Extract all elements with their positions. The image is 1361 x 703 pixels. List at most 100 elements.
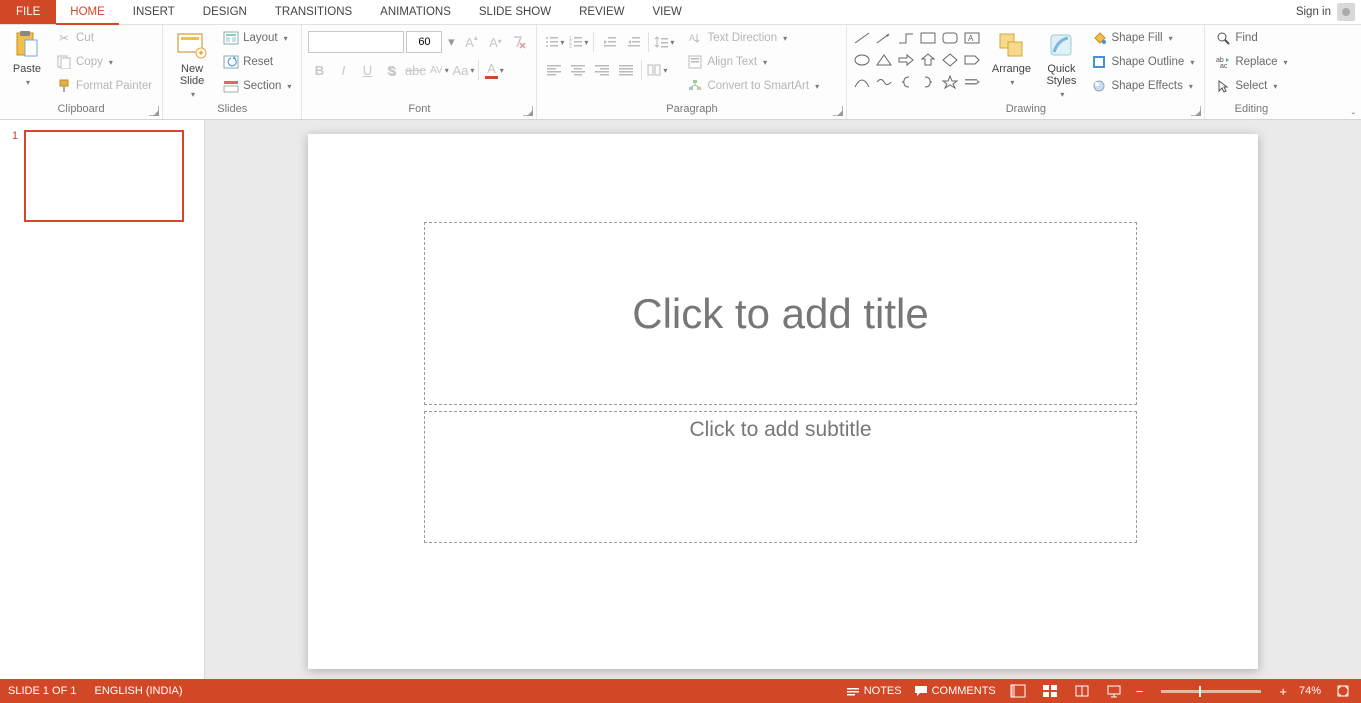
tab-file[interactable]: FILE <box>0 0 56 24</box>
shape-roundrect-icon[interactable] <box>941 31 959 45</box>
bullets-button[interactable]: ▾ <box>543 31 565 53</box>
decrease-indent-button[interactable] <box>598 31 620 53</box>
tab-design[interactable]: DESIGN <box>189 0 261 24</box>
columns-button[interactable]: ▾ <box>646 59 668 81</box>
shape-triangle-icon[interactable] <box>875 53 893 67</box>
shape-rect-icon[interactable] <box>919 31 937 45</box>
reset-button[interactable]: Reset <box>219 51 295 73</box>
dialog-launcher[interactable] <box>149 106 159 116</box>
tab-view[interactable]: VIEW <box>638 0 695 24</box>
slide-counter[interactable]: SLIDE 1 OF 1 <box>8 685 76 697</box>
shape-elbow-icon[interactable] <box>897 31 915 45</box>
shrink-font-button[interactable]: A▾ <box>484 31 506 53</box>
tab-slideshow[interactable]: SLIDE SHOW <box>465 0 565 24</box>
font-color-button[interactable]: A▾ <box>483 59 505 81</box>
reading-view-button[interactable] <box>1072 682 1092 700</box>
copy-label: Copy <box>76 56 103 68</box>
comments-toggle[interactable]: COMMENTS <box>914 685 996 697</box>
section-button[interactable]: Section▾ <box>219 75 295 97</box>
shape-rarrow-icon[interactable] <box>897 53 915 67</box>
italic-button[interactable]: I <box>332 59 354 81</box>
new-slide-button[interactable]: ✦ New Slide ▾ <box>169 27 215 101</box>
slide-canvas-area[interactable]: Click to add title Click to add subtitle <box>205 120 1361 679</box>
dialog-launcher[interactable] <box>523 106 533 116</box>
zoom-in-button[interactable]: + <box>1279 684 1287 699</box>
paste-button[interactable]: Paste ▾ <box>6 27 48 89</box>
shape-more-icon[interactable] <box>963 75 981 89</box>
justify-button[interactable] <box>615 59 637 81</box>
smartart-button[interactable]: Convert to SmartArt▾ <box>683 75 823 97</box>
line-spacing-button[interactable]: ▾ <box>653 31 675 53</box>
quick-styles-button[interactable]: Quick Styles▾ <box>1039 27 1083 101</box>
language-indicator[interactable]: ENGLISH (INDIA) <box>94 685 182 697</box>
shapes-gallery[interactable]: A <box>853 31 983 95</box>
slideshow-view-button[interactable] <box>1104 682 1124 700</box>
select-button[interactable]: Select▾ <box>1211 75 1291 97</box>
tab-animations[interactable]: ANIMATIONS <box>366 0 465 24</box>
dialog-launcher[interactable] <box>833 106 843 116</box>
cut-button[interactable]: ✂Cut <box>52 27 156 49</box>
shape-curve-icon[interactable] <box>853 75 871 89</box>
align-text-button[interactable]: Align Text▾ <box>683 51 823 73</box>
shape-star-icon[interactable] <box>941 75 959 89</box>
shape-line-icon[interactable] <box>853 31 871 45</box>
title-placeholder[interactable]: Click to add title <box>424 222 1137 405</box>
shape-pentagon-icon[interactable] <box>963 53 981 67</box>
shape-oval-icon[interactable] <box>853 53 871 67</box>
sorter-view-button[interactable] <box>1040 682 1060 700</box>
clear-formatting-button[interactable] <box>508 31 530 53</box>
text-direction-button[interactable]: AText Direction▾ <box>683 27 823 49</box>
shape-outline-button[interactable]: Shape Outline▾ <box>1087 51 1198 73</box>
find-button[interactable]: Find <box>1211 27 1291 49</box>
fit-to-window-button[interactable] <box>1333 682 1353 700</box>
arrange-button[interactable]: Arrange▾ <box>987 27 1035 89</box>
status-bar: SLIDE 1 OF 1 ENGLISH (INDIA) NOTES COMME… <box>0 679 1361 703</box>
increase-indent-button[interactable] <box>622 31 644 53</box>
grow-font-button[interactable]: A▴ <box>460 31 482 53</box>
tab-transitions[interactable]: TRANSITIONS <box>261 0 366 24</box>
change-case-button[interactable]: Aa▾ <box>452 59 474 81</box>
font-size-select[interactable] <box>406 31 442 53</box>
workspace: 1 Click to add title Click to add subtit… <box>0 120 1361 679</box>
zoom-out-button[interactable]: − <box>1136 684 1144 699</box>
strikethrough-button[interactable]: abc <box>404 59 426 81</box>
slide-thumbnail-1[interactable]: 1 <box>12 130 192 222</box>
align-text-icon <box>687 54 703 70</box>
notes-toggle[interactable]: NOTES <box>846 685 902 697</box>
char-spacing-button[interactable]: AV▾ <box>428 59 450 81</box>
subtitle-placeholder[interactable]: Click to add subtitle <box>424 411 1137 543</box>
numbering-button[interactable]: 123▾ <box>567 31 589 53</box>
shape-uarrow-icon[interactable] <box>919 53 937 67</box>
zoom-level[interactable]: 74% <box>1299 685 1321 697</box>
shadow-button[interactable]: S <box>380 59 402 81</box>
replace-button[interactable]: abacReplace▾ <box>1211 51 1291 73</box>
align-center-button[interactable] <box>567 59 589 81</box>
tab-insert[interactable]: INSERT <box>119 0 189 24</box>
dialog-launcher[interactable] <box>1191 106 1201 116</box>
layout-button[interactable]: Layout▾ <box>219 27 295 49</box>
tab-home[interactable]: HOME <box>56 0 119 25</box>
shape-arrow-icon[interactable] <box>875 31 893 45</box>
underline-button[interactable]: U <box>356 59 378 81</box>
shape-diamond-icon[interactable] <box>941 53 959 67</box>
collapse-ribbon-button[interactable]: ˬ <box>1352 104 1355 115</box>
shape-textbox-icon[interactable]: A <box>963 31 981 45</box>
cut-label: Cut <box>76 32 94 44</box>
user-avatar-icon <box>1337 3 1355 21</box>
shape-effects-button[interactable]: Shape Effects▾ <box>1087 75 1198 97</box>
align-right-button[interactable] <box>591 59 613 81</box>
shape-fill-button[interactable]: Shape Fill▾ <box>1087 27 1198 49</box>
bold-button[interactable]: B <box>308 59 330 81</box>
shape-rbrace-icon[interactable] <box>919 75 937 89</box>
zoom-slider[interactable] <box>1161 690 1261 693</box>
format-painter-button[interactable]: Format Painter <box>52 75 156 97</box>
font-family-select[interactable] <box>308 31 404 53</box>
tab-review[interactable]: REVIEW <box>565 0 638 24</box>
sign-in[interactable]: Sign in <box>1290 0 1361 24</box>
normal-view-button[interactable] <box>1008 682 1028 700</box>
shape-lbrace-icon[interactable] <box>897 75 915 89</box>
shape-connector-icon[interactable] <box>875 75 893 89</box>
dropdown-caret-icon: ▾ <box>26 77 30 89</box>
align-left-button[interactable] <box>543 59 565 81</box>
copy-button[interactable]: Copy▾ <box>52 51 156 73</box>
